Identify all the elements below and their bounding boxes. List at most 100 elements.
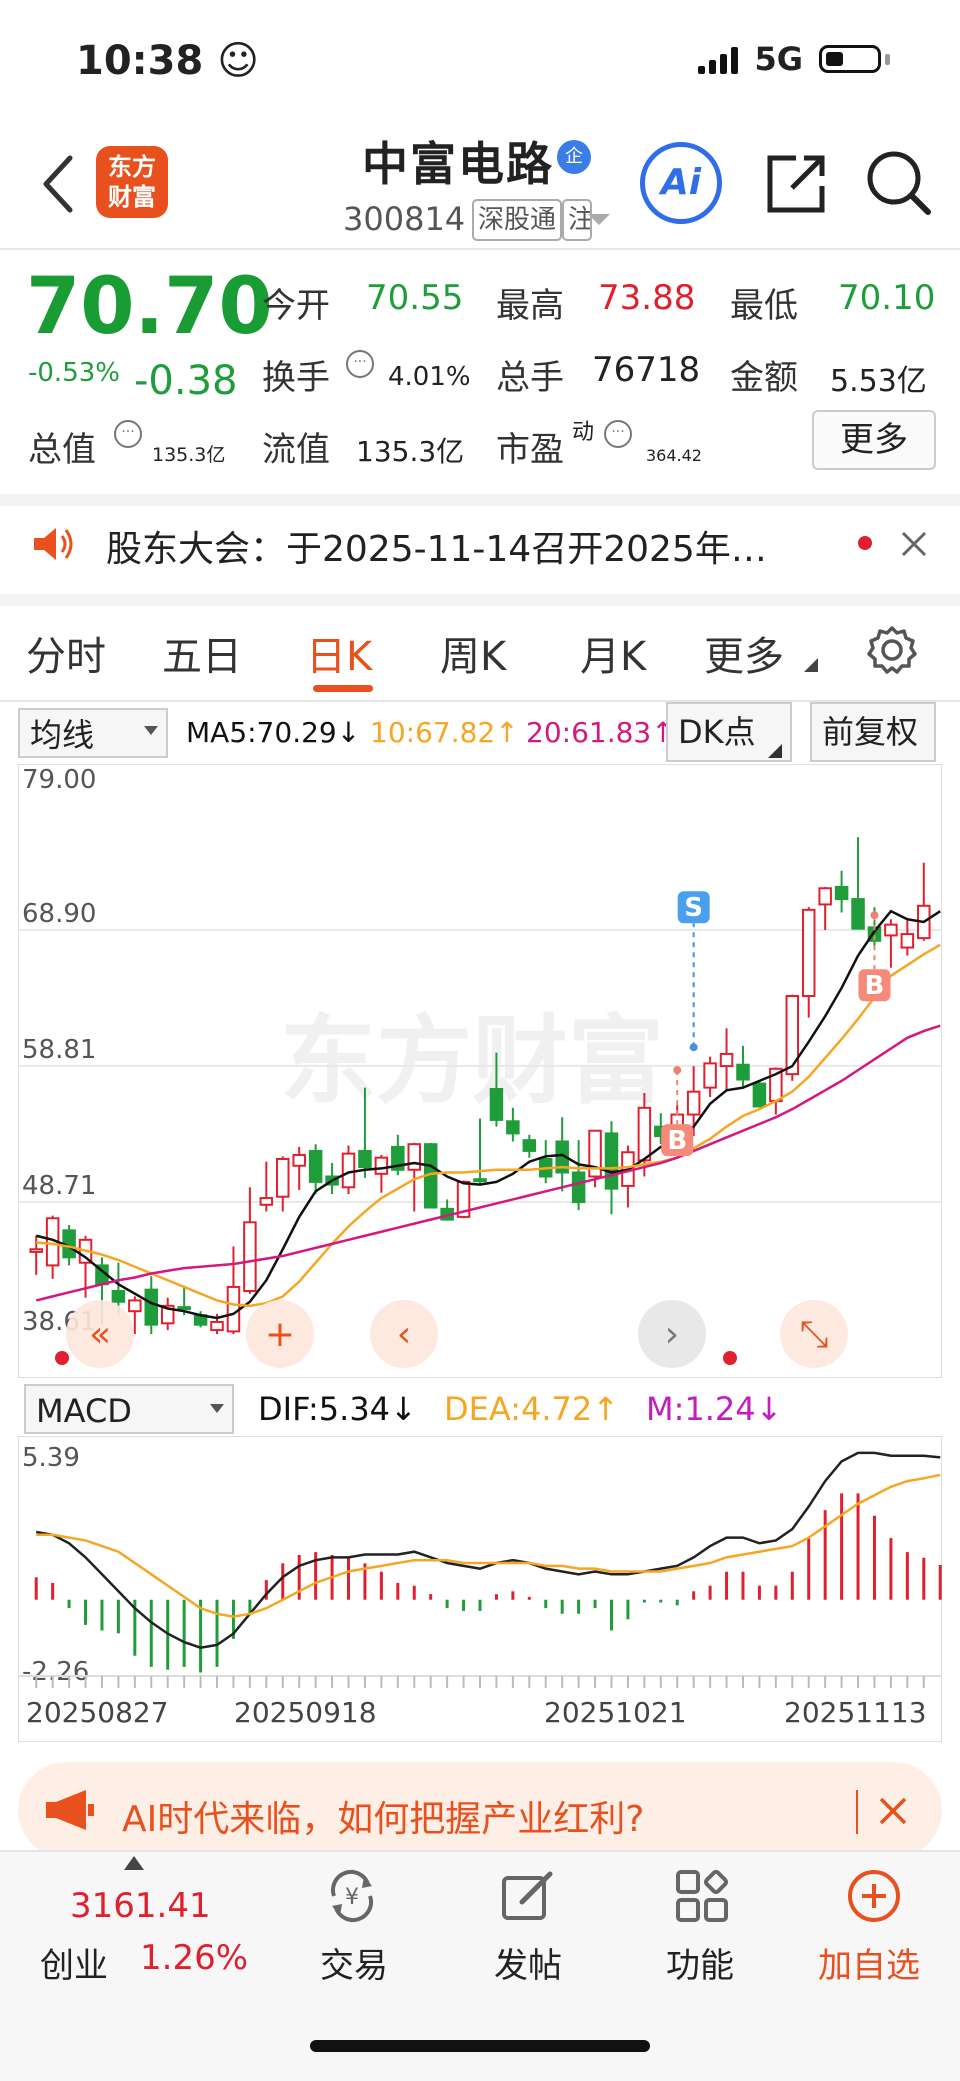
chart-collapse-button[interactable]: « [89,1314,111,1355]
chart-zoom_in-button[interactable]: + [265,1314,295,1355]
candle-body [736,1063,750,1081]
float-label: 流值 [262,430,330,470]
indicator-dot [723,1351,737,1365]
status-icons: 5G [698,40,890,78]
pe-info-icon[interactable]: ··· [604,420,632,448]
back-arrow-icon[interactable] [38,152,78,216]
marker-dot [870,911,879,920]
more-quote-button[interactable]: 更多 [812,410,936,470]
indicator-select-value: 均线 [30,716,95,754]
tab-more[interactable]: 更多 [704,624,784,682]
adjust-button[interactable]: 前复权 [810,702,936,762]
chart-prev-button[interactable]: ‹ [397,1314,411,1355]
candle-body [226,1285,241,1333]
promo-divider [856,1790,858,1834]
tab-weekly-k[interactable]: 周K [440,624,506,682]
ai-button[interactable]: Ai [640,142,722,224]
open-value: 70.55 [366,278,464,318]
chart-next-button[interactable]: › [665,1314,679,1355]
stock-name: 中富电路 [362,137,554,191]
index-name: 创业 [40,1946,108,1986]
battery-icon [819,45,881,73]
high-label: 最高 [496,286,564,326]
tab-daily-k[interactable]: 日K [306,624,372,682]
close-promo-icon[interactable] [878,1796,908,1826]
macd-select[interactable]: MACD [24,1384,234,1434]
index-change: 1.26% [140,1938,249,1978]
x-tick-label: 20250918 [234,1696,377,1729]
turnover-value: 4.01% [388,362,471,392]
notice-text[interactable]: 股东大会：于2025-11-14召开2025年… [106,520,767,572]
change-percent: -0.53% [28,358,120,388]
add-watchlist-icon[interactable] [846,1868,902,1924]
network-label: 5G [754,40,803,78]
section-divider-2 [0,594,960,606]
more-triangle-icon [804,658,818,672]
tab-monthly-k[interactable]: 月K [580,624,646,682]
candle-body [900,933,915,949]
pe-value: 364.42 [646,446,702,465]
dif-value: DIF:5.34↓ [258,1390,417,1428]
candle-body [276,1158,290,1198]
sell-marker-label: S [684,893,703,923]
nav-function[interactable]: 功能 [666,1938,734,1987]
candle-body [407,1143,422,1171]
nav-post[interactable]: 发帖 [494,1938,562,1987]
chart-fullscreen-button[interactable]: ⤡ [800,1314,829,1355]
notice-unread-dot [858,536,872,550]
candle-body [144,1288,159,1326]
post-icon[interactable] [500,1868,556,1924]
dropdown-triangle-icon[interactable] [588,212,610,226]
candle-body [259,1197,274,1206]
candle-body [884,923,898,937]
candle-body [374,1156,389,1175]
ma5-value: MA5:70.29↓ [186,716,361,749]
share-icon[interactable] [762,148,832,218]
promo-text[interactable]: AI时代来临，如何把握产业红利? [122,1790,644,1842]
watermark: 东方财富 [280,1005,664,1117]
trade-icon[interactable]: ¥ [324,1868,380,1924]
logo-line-2: 财富 [108,183,156,211]
close-notice-icon[interactable] [900,530,928,558]
megaphone-icon [46,1790,94,1830]
candle-body [177,1306,191,1311]
candle-body [128,1299,142,1313]
x-tick-label: 20251113 [784,1696,927,1729]
pe-label: 市盈 [496,430,564,470]
macd-y-tick-label: -2.26 [22,1657,89,1687]
low-value: 70.10 [838,278,936,318]
settings-gear-icon[interactable] [866,624,918,676]
low-label: 最低 [730,286,798,326]
dk-point-label: DK点 [678,713,756,751]
candle-body [703,1062,717,1089]
mktcap-info-icon[interactable]: ··· [114,420,142,448]
candle-body [522,1139,537,1152]
function-grid-icon[interactable] [674,1868,730,1924]
mktcap-value: 135.3亿 [152,444,226,466]
marker-dot [689,1043,698,1052]
m-value: M:1.24↓ [646,1390,783,1428]
kline-chart[interactable]: 东方财富 79.0068.9058.8148.7138.61SBB« + ‹ › ⤡ [18,764,942,1378]
candle-body [292,1153,306,1167]
tab-intraday[interactable]: 分时 [26,624,106,682]
turnover-info-icon[interactable]: ··· [346,350,374,378]
nav-trade[interactable]: 交易 [320,1938,388,1987]
select-arrow-icon [144,726,158,735]
candle-body [571,1171,586,1204]
battery-tip-icon [885,53,890,65]
logo-line-1: 东方 [108,153,156,181]
search-icon[interactable] [862,146,934,218]
change-amount: -0.38 [134,358,238,404]
nav-add-watchlist[interactable]: 加自选 [818,1938,920,1987]
buy-marker-label: B [667,1126,687,1156]
index-value[interactable]: 3161.41 [70,1886,211,1926]
stock-code: 300814 [343,200,466,238]
candle-body [785,995,800,1076]
candle-body [719,1052,734,1068]
candle-body [473,1178,487,1183]
speaker-icon [34,528,73,560]
y-tick-label: 79.00 [22,765,96,795]
tab-five-day[interactable]: 五日 [162,624,242,682]
adjust-label: 前复权 [822,713,919,751]
macd-chart[interactable]: 5.39 -2.26 20250827 20250918 20251021 2025111… [18,1436,942,1742]
